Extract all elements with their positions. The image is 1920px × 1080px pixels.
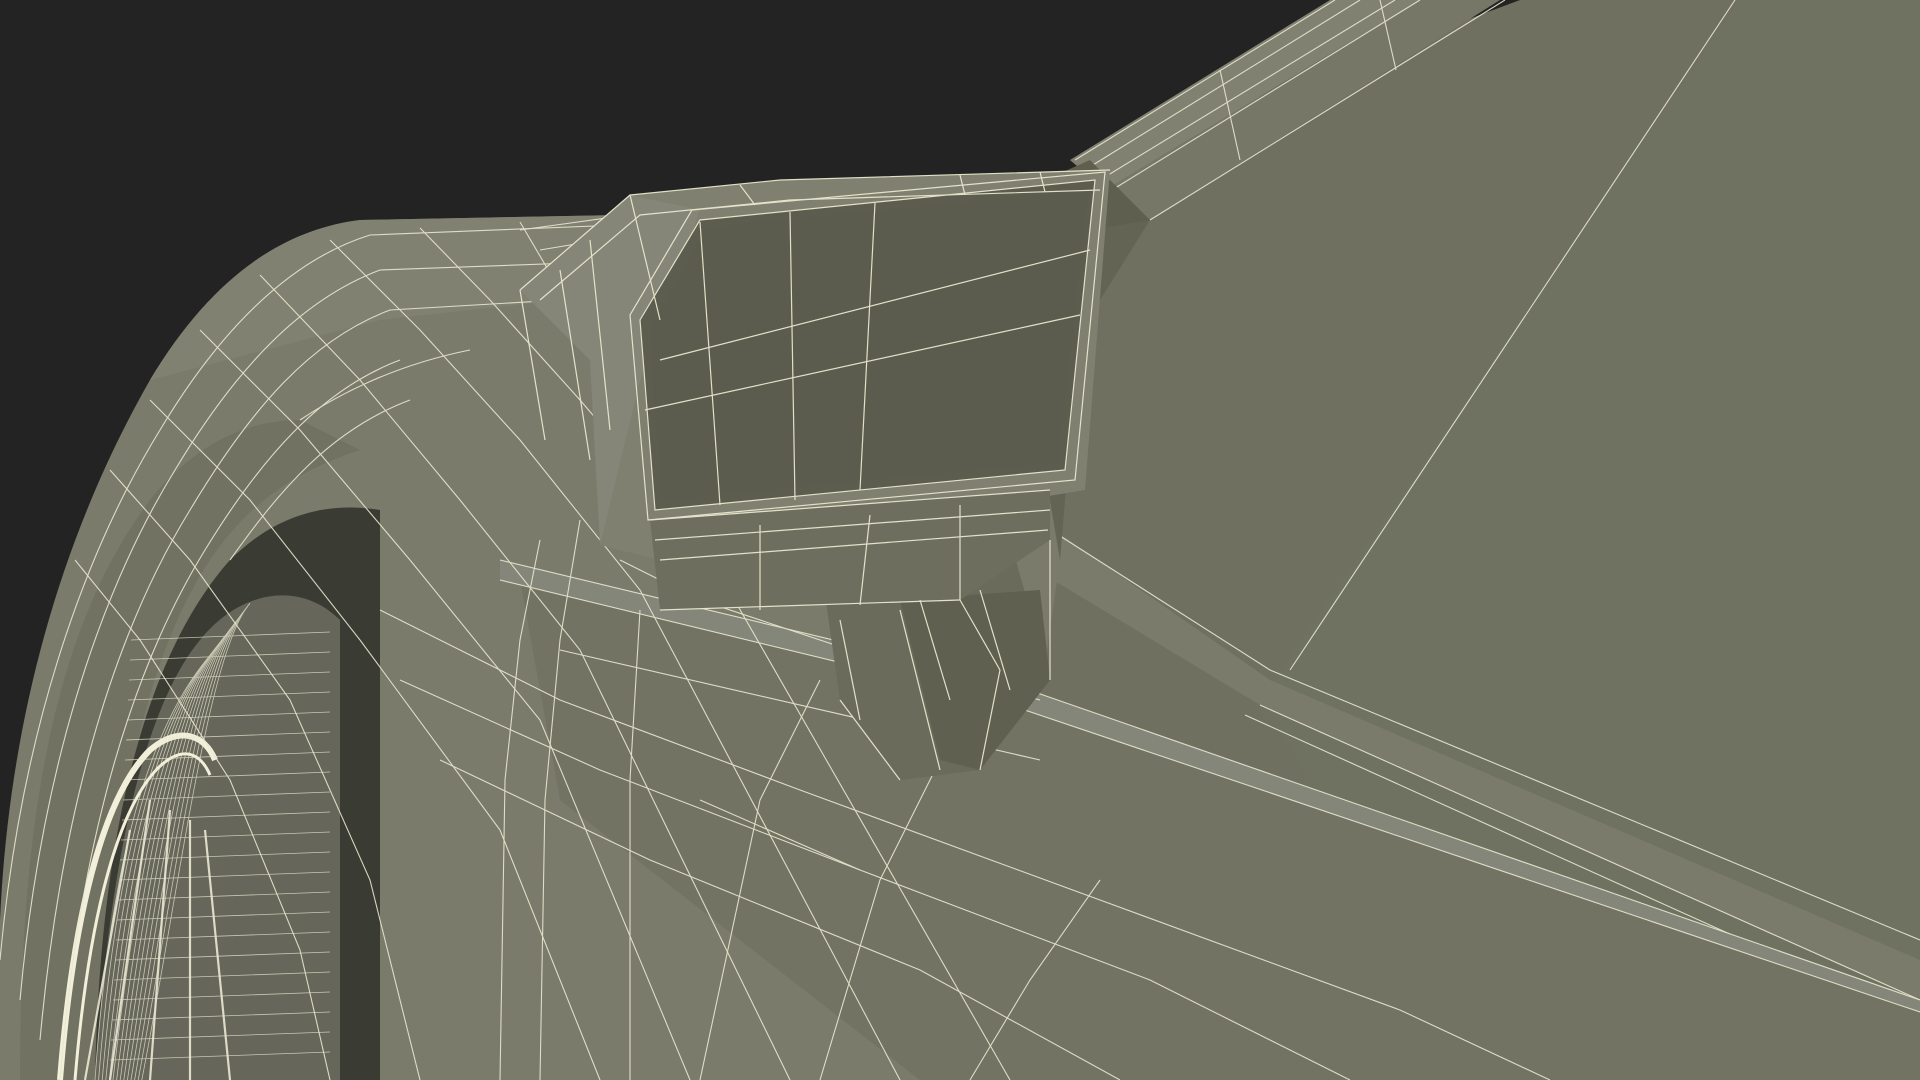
render-viewport bbox=[0, 0, 1920, 1080]
wireframe-scene bbox=[0, 0, 1920, 1080]
